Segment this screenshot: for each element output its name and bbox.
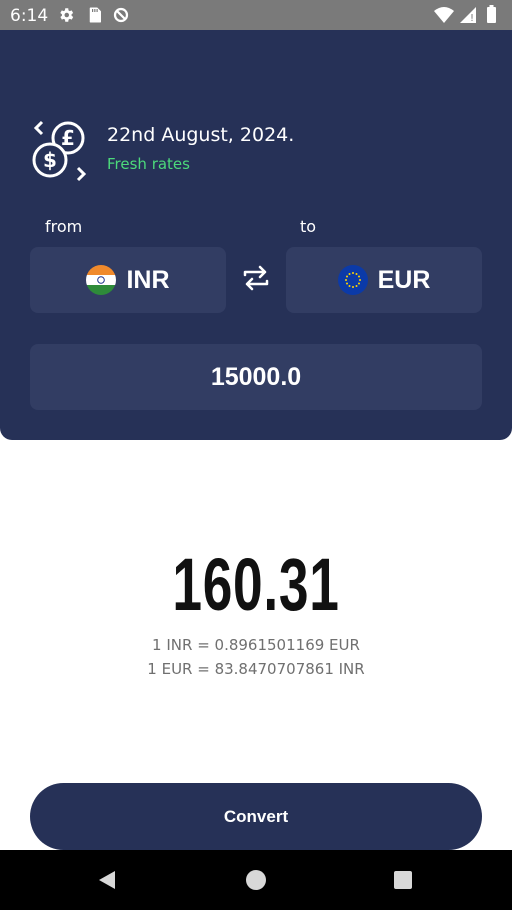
to-currency-selector[interactable]: EUR — [286, 247, 482, 313]
gear-icon — [60, 8, 74, 22]
status-time: 6:14 — [10, 6, 49, 26]
from-label: from — [45, 217, 83, 236]
svg-text:$: $ — [43, 148, 57, 172]
converted-result: 160.31 — [172, 543, 340, 626]
convert-button[interactable]: Convert — [30, 783, 482, 850]
sd-card-icon — [89, 7, 101, 23]
rates-freshness-status: Fresh rates — [107, 155, 190, 173]
currency-exchange-logo-icon: £ $ — [32, 120, 87, 182]
rates-date: 22nd August, 2024. — [107, 124, 295, 146]
system-indicators: ! — [434, 5, 496, 24]
app-screen: 6:14 ! £ $ 22nd August, 2024. Fresh rate… — [0, 0, 512, 910]
to-currency-code: EUR — [377, 265, 431, 294]
amount-input[interactable]: 15000.0 — [30, 344, 482, 410]
back-icon[interactable] — [96, 869, 118, 891]
system-nav-bar — [0, 850, 512, 910]
forward-rate: 1 INR = 0.8961501169 EUR — [152, 636, 360, 654]
swap-currencies-icon[interactable] — [240, 262, 272, 294]
home-icon[interactable] — [246, 870, 266, 890]
data-saver-icon — [113, 7, 129, 23]
india-flag-icon — [86, 265, 117, 295]
amount-value: 15000.0 — [210, 362, 302, 391]
from-currency-code: INR — [126, 265, 170, 294]
eu-flag-icon — [337, 265, 368, 295]
recents-icon[interactable] — [394, 871, 412, 889]
wifi-icon — [434, 7, 454, 23]
svg-text:£: £ — [61, 126, 75, 150]
from-currency-selector[interactable]: INR — [30, 247, 226, 313]
battery-icon — [487, 7, 496, 23]
svg-text:!: ! — [470, 13, 474, 24]
status-bar: 6:14 ! — [0, 0, 512, 30]
reverse-rate: 1 EUR = 83.8470707861 INR — [147, 660, 365, 678]
to-label: to — [300, 217, 317, 236]
